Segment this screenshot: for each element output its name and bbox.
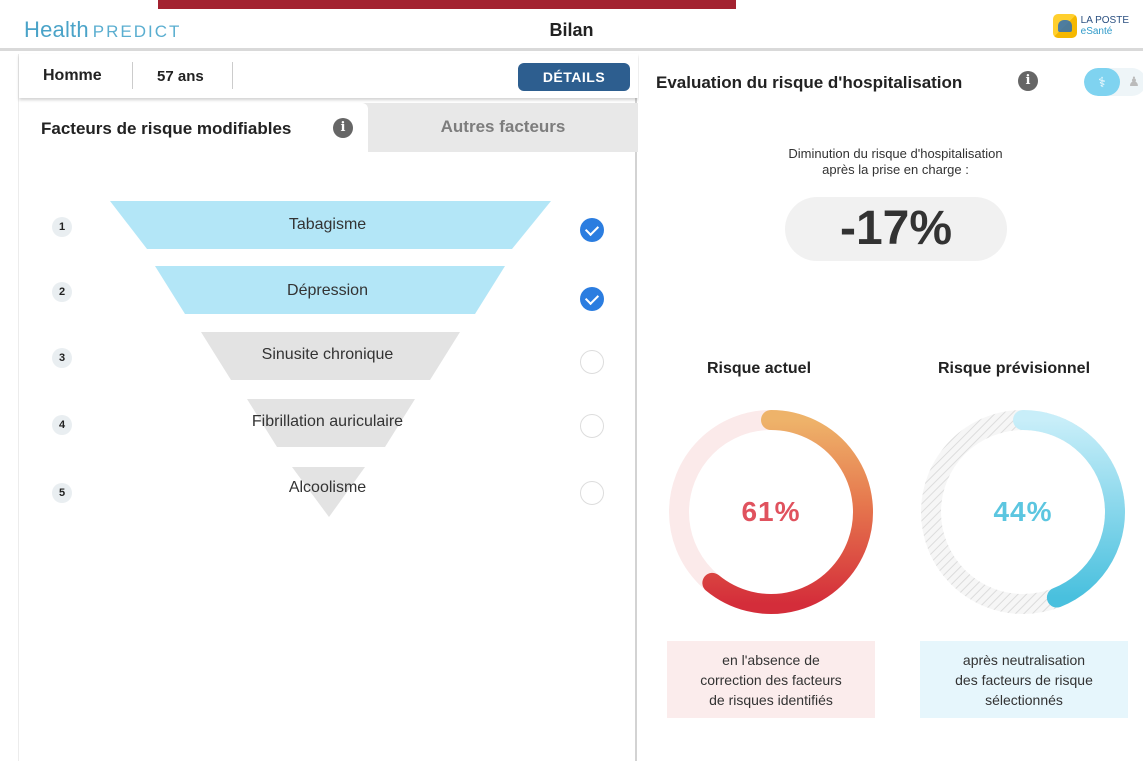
info-icon[interactable]: i — [1018, 71, 1038, 91]
forecast-risk-heading: Risque prévisionnel — [937, 360, 1091, 377]
divider — [232, 62, 233, 89]
current-risk-value: 61% — [741, 496, 801, 527]
risk-factor-label: Dépression — [287, 282, 368, 299]
unchecked-icon[interactable] — [580, 481, 604, 505]
caption-line: après neutralisation — [962, 652, 1086, 668]
app-header: Health PREDICT Bilan LA POSTE eSanté — [0, 9, 1143, 51]
current-risk-heading: Risque actuel — [706, 360, 812, 377]
forecast-risk-caption: après neutralisation des facteurs de ris… — [920, 641, 1128, 718]
risk-factor-label: Fibrillation auriculaire — [251, 413, 404, 430]
reduction-label: Diminution du risque d'hospitalisation a… — [759, 146, 1032, 178]
partner-logo: LA POSTE eSanté — [1052, 14, 1129, 38]
patient-sex: Homme — [43, 67, 102, 84]
partner-line2: eSanté — [1080, 26, 1113, 37]
reduction-label-line1: Diminution du risque d'hospitalisation — [788, 146, 1003, 161]
partner-line1: LA POSTE — [1080, 15, 1129, 26]
person-icon[interactable]: ♟ — [1122, 68, 1143, 96]
reduction-value: -17% — [785, 197, 1007, 261]
brand-main: Health — [24, 17, 89, 42]
evaluation-title: Evaluation du risque d'hospitalisation — [656, 73, 963, 92]
app-logo: Health PREDICT — [24, 17, 181, 43]
patient-summary-bar: Homme 57 ans DÉTAILS — [19, 54, 638, 98]
reduction-label-line2: après la prise en charge : — [822, 162, 969, 177]
tab-other-label: Autres facteurs — [440, 117, 566, 136]
brand-sub: PREDICT — [92, 22, 182, 41]
divider — [132, 62, 133, 89]
checked-icon[interactable] — [580, 218, 604, 242]
top-accent-bar — [158, 0, 736, 9]
forecast-risk-value: 44% — [993, 496, 1053, 527]
caption-line: des facteurs de risque — [955, 672, 1093, 688]
hospitalization-risk-panel: Evaluation du risque d'hospitalisation i… — [639, 54, 1143, 761]
info-icon[interactable]: i — [333, 118, 353, 138]
caption-line: en l'absence de — [722, 652, 820, 668]
stethoscope-icon[interactable]: ⚕ — [1084, 68, 1120, 96]
current-risk-caption: en l'absence de correction des facteurs … — [667, 641, 875, 718]
patient-age: 57 ans — [157, 68, 204, 85]
unchecked-icon[interactable] — [580, 414, 604, 438]
unchecked-icon[interactable] — [580, 350, 604, 374]
risk-factor-label: Tabagisme — [288, 216, 367, 233]
caption-line: de risques identifiés — [709, 692, 833, 708]
tab-modifiable-factors[interactable]: Facteurs de risque modifiables i — [19, 103, 368, 152]
la-poste-logo-icon — [1052, 14, 1077, 38]
caption-line: sélectionnés — [985, 692, 1063, 708]
risk-factor-label: Alcoolisme — [288, 479, 367, 496]
view-toggle[interactable]: ⚕ ♟ — [1084, 68, 1143, 96]
details-button[interactable]: DÉTAILS — [518, 63, 630, 91]
checked-icon[interactable] — [580, 287, 604, 311]
risk-factors-panel: Homme 57 ans DÉTAILS Facteurs de risque … — [18, 54, 638, 761]
risk-factor-label: Sinusite chronique — [261, 346, 394, 363]
tab-modifiable-label: Facteurs de risque modifiables — [41, 119, 292, 138]
tab-other-factors[interactable]: Autres facteurs — [368, 103, 638, 152]
caption-line: correction des facteurs — [700, 672, 842, 688]
factor-tabs: Facteurs de risque modifiables i Autres … — [19, 103, 638, 152]
